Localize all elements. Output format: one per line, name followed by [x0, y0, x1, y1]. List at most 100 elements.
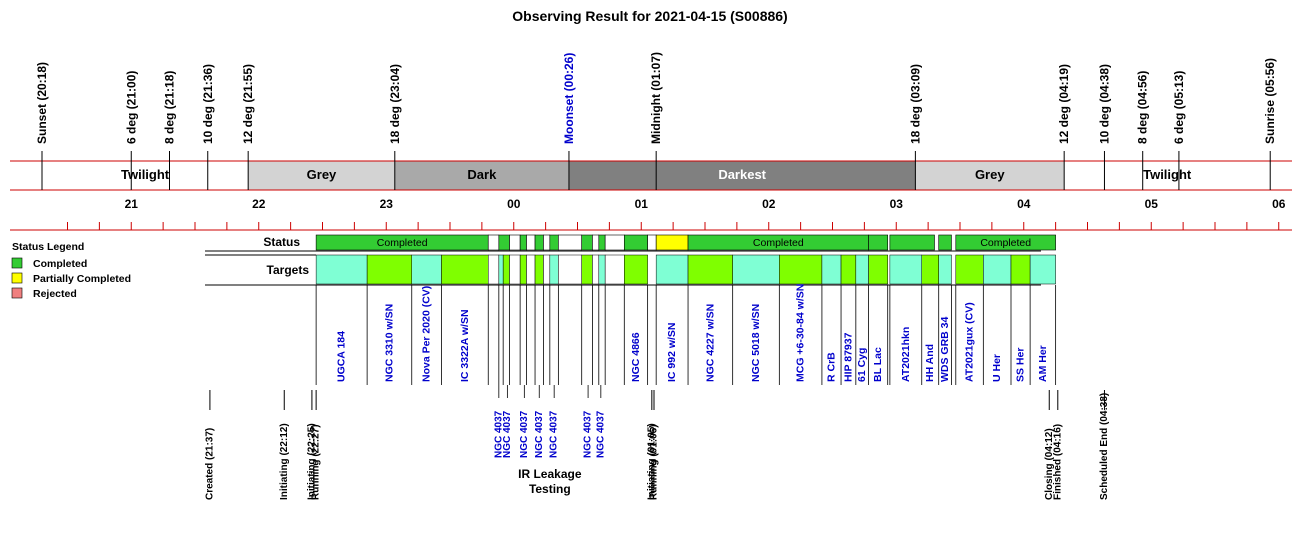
mini-target-label-4: NGC 4037	[549, 410, 560, 458]
sky-event-label-0: Sunset (20:18)	[35, 62, 49, 144]
target-block-15	[592, 254, 600, 285]
status-block-18	[868, 234, 889, 251]
sky-event-label-10: 10 deg (04:38)	[1097, 64, 1111, 144]
target-block-18	[624, 254, 648, 285]
event-label-3: Running (22:27)	[311, 424, 322, 500]
event-label-7: Finished (04:16)	[1052, 424, 1063, 500]
sky-band-label-2: Dark	[467, 167, 497, 182]
axis-tick-label-22: 22	[252, 197, 266, 211]
status-block-10	[581, 234, 593, 251]
target-label-2: Nova Per 2020 (CV)	[421, 286, 433, 382]
status-block-9	[558, 234, 583, 251]
status-block-16	[655, 234, 689, 251]
target-block-1	[366, 254, 412, 285]
target-block-25	[855, 254, 869, 285]
status-row-label: Status	[263, 235, 300, 249]
target-label-32: SS Her	[1015, 348, 1027, 382]
observing-timeline-chart: Observing Result for 2021-04-15 (S00886)…	[10, 8, 1292, 500]
mini-target-label-6: NGC 4037	[595, 410, 606, 458]
target-label-25: 61 Cyg	[856, 348, 868, 382]
sky-event-label-3: 10 deg (21:36)	[201, 64, 215, 144]
target-label-33: AM Her	[1037, 345, 1049, 382]
target-label-31: U Her	[991, 354, 1003, 382]
legend-title: Status Legend	[12, 241, 84, 253]
event-label-1: Initiating (22:12)	[279, 423, 290, 500]
sky-event-label-5: 18 deg (23:04)	[388, 64, 402, 144]
target-block-6	[502, 254, 510, 285]
target-label-27: AT2021hkn	[900, 327, 912, 382]
status-block-8	[549, 234, 559, 251]
target-block-32	[1010, 254, 1031, 285]
target-block-13	[558, 254, 582, 285]
status-block-14	[623, 234, 648, 251]
status-block-1	[487, 234, 500, 251]
sky-event-label-12: 6 deg (05:13)	[1172, 71, 1186, 144]
legend-swatch-1	[11, 272, 23, 284]
status-block-13	[604, 234, 625, 251]
target-block-14	[581, 254, 593, 285]
axis-tick-label-21: 21	[125, 197, 139, 211]
target-block-27	[889, 254, 922, 285]
event-label-0: Created (21:37)	[204, 428, 215, 500]
event-label-8: Scheduled End (04:38)	[1099, 393, 1110, 500]
target-block-31	[983, 254, 1012, 285]
mini-target-label-3: NGC 4037	[534, 410, 545, 458]
target-label-21: NGC 5018 w/SN	[750, 304, 762, 382]
mini-target-label-2: NGC 4037	[519, 410, 530, 458]
target-label-23: R CrB	[825, 352, 837, 382]
status-block-label-17: Completed	[753, 237, 804, 249]
sky-event-label-1: 6 deg (21:00)	[124, 71, 138, 144]
status-block-label-0: Completed	[377, 237, 428, 249]
target-label-0: UGCA 184	[336, 331, 348, 382]
target-label-19: IC 992 w/SN	[666, 322, 678, 382]
sky-event-label-2: 8 deg (21:18)	[163, 71, 177, 144]
targets-row: UGCA 184 NGC 3310 w/SN Nova Per 2020 (CV) I…	[205, 254, 1057, 496]
target-label-1: NGC 3310 w/SN	[383, 304, 395, 382]
status-block-19	[889, 234, 935, 251]
target-block-22	[779, 254, 823, 285]
target-label-24: HIP 87937	[842, 332, 854, 382]
target-label-22: MCG +6-30-84 w/SN	[795, 284, 807, 382]
legend-label-0: Completed	[33, 258, 87, 270]
event-label-5: Running (01:06)	[649, 424, 660, 500]
mini-target-label-5: NGC 4037	[583, 410, 594, 458]
status-block-label-21: Completed	[980, 237, 1031, 249]
status-row: Completed Completed Completed	[205, 234, 1056, 252]
axis-tick-label-04: 04	[1017, 197, 1031, 211]
target-block-12	[549, 254, 559, 285]
status-block-7	[543, 234, 551, 251]
sky-band-label-1: Grey	[307, 167, 337, 182]
status-block-6	[534, 234, 544, 251]
mini-target-label-1: NGC 4037	[502, 410, 513, 458]
status-block-4	[519, 234, 527, 251]
chart-title: Observing Result for 2021-04-15 (S00886)	[512, 8, 787, 24]
status-block-12	[598, 234, 606, 251]
status-block-2	[498, 234, 510, 251]
target-block-17	[604, 254, 625, 285]
axis-tick-label-00: 00	[507, 197, 521, 211]
sky-event-label-11: 8 deg (04:56)	[1136, 71, 1150, 144]
observation-events: Created (21:37) Initiating (22:12) Initiat…	[204, 390, 1110, 500]
axis-tick-label-06: 06	[1272, 197, 1286, 211]
status-block-3	[509, 234, 521, 251]
target-label-30: AT2021gux (CV)	[964, 302, 976, 382]
target-block-29	[938, 254, 952, 285]
sky-bands: Twilight Grey Dark Darkest Grey Twilight	[10, 160, 1292, 191]
target-label-3: IC 3322A w/SN	[459, 309, 471, 382]
sky-event-label-9: 12 deg (04:19)	[1057, 64, 1071, 144]
target-block-4	[488, 254, 500, 285]
target-block-28	[921, 254, 939, 285]
target-block-24	[840, 254, 857, 285]
target-block-5	[498, 254, 504, 285]
legend-swatch-2	[11, 287, 23, 299]
sky-band-label-0: Twilight	[121, 167, 170, 182]
target-block-26	[868, 254, 888, 285]
target-block-19	[655, 254, 689, 285]
axis-tick-label-05: 05	[1145, 197, 1159, 211]
target-block-23	[821, 254, 842, 285]
target-label-28: HH And	[924, 344, 936, 382]
axis-tick-label-23: 23	[380, 197, 394, 211]
target-label-20: NGC 4227 w/SN	[704, 304, 716, 382]
target-block-9	[526, 254, 536, 285]
status-legend: Status Legend Completed Partially Complet…	[11, 241, 131, 300]
